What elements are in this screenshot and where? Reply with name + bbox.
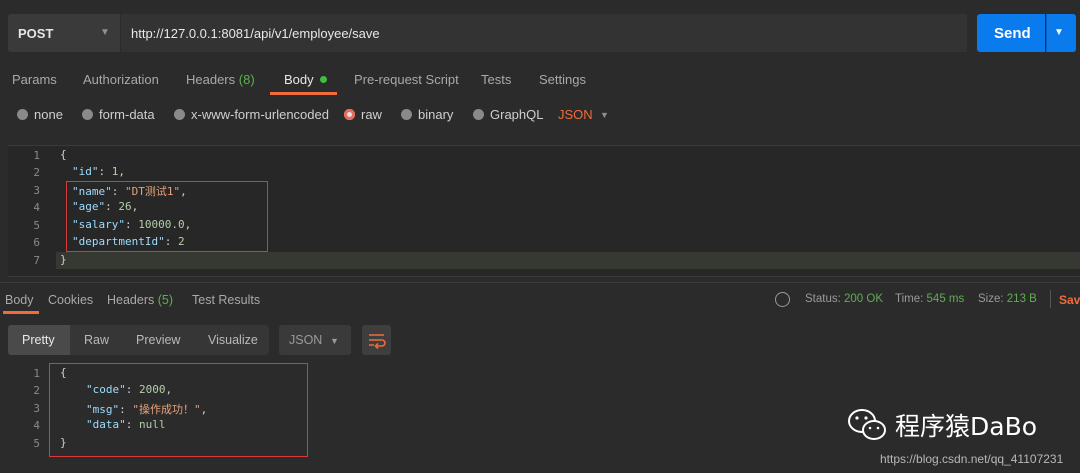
- line-number: 2: [33, 384, 40, 397]
- chevron-down-icon: ▼: [100, 27, 110, 38]
- url-value: http://127.0.0.1:8081/api/v1/employee/sa…: [131, 26, 380, 41]
- code-line: {: [60, 148, 67, 166]
- line-number: 1: [33, 367, 40, 380]
- tab-settings[interactable]: Settings: [539, 72, 586, 87]
- view-visualize-button[interactable]: Visualize: [208, 333, 258, 347]
- json-key: "id": [72, 165, 99, 178]
- globe-icon[interactable]: [775, 292, 790, 307]
- line-number: 7: [33, 254, 40, 267]
- radio-label: x-www-form-urlencoded: [191, 107, 329, 122]
- tab-prerequest-script[interactable]: Pre-request Script: [354, 72, 459, 87]
- current-line-highlight: [56, 252, 1080, 269]
- radio-label: form-data: [99, 107, 155, 122]
- tab-body-label: Body: [284, 72, 314, 87]
- status-label: Status:: [805, 293, 841, 305]
- chevron-down-icon: ▼: [330, 336, 339, 346]
- wrap-lines-icon: [369, 334, 386, 350]
- radio-raw[interactable]: raw: [344, 107, 382, 122]
- line-number: 3: [33, 184, 40, 197]
- send-label: Send: [994, 25, 1031, 42]
- line-number: 5: [33, 219, 40, 232]
- wechat-logo-icon: [848, 409, 886, 440]
- line-number: 1: [33, 149, 40, 162]
- line-number: 5: [33, 437, 40, 450]
- status: Status: 200 OK: [805, 293, 883, 305]
- time-label: Time:: [895, 293, 924, 305]
- radio-icon: [17, 109, 28, 120]
- watermark-brand: 程序猿DaBo: [895, 412, 1038, 441]
- response-format-label: JSON: [289, 333, 323, 347]
- json-value: 1: [111, 165, 119, 178]
- radio-none[interactable]: none: [17, 107, 63, 122]
- save-response-button[interactable]: Save: [1059, 293, 1080, 307]
- radio-graphql[interactable]: GraphQL: [473, 107, 543, 122]
- view-preview-button[interactable]: Preview: [136, 333, 180, 347]
- line-number: 4: [33, 201, 40, 214]
- divider: [1050, 290, 1051, 308]
- radio-label: GraphQL: [490, 107, 544, 122]
- time-value: 545 ms: [926, 293, 965, 305]
- size: Size: 213 B: [978, 293, 1037, 305]
- size-label: Size:: [978, 293, 1004, 305]
- radio-label: raw: [361, 107, 382, 122]
- tab-tests[interactable]: Tests: [481, 72, 511, 87]
- chevron-down-icon: ▼: [1054, 27, 1064, 38]
- line-number: 2: [33, 166, 40, 179]
- radio-urlencoded[interactable]: x-www-form-urlencoded: [174, 107, 329, 122]
- brace: }: [60, 253, 67, 266]
- time: Time: 545 ms: [895, 293, 964, 305]
- highlight-box: [49, 363, 308, 457]
- raw-format-select[interactable]: JSON: [558, 107, 593, 122]
- radio-binary[interactable]: binary: [401, 107, 453, 122]
- section-divider: [0, 282, 1080, 283]
- radio-form-data[interactable]: form-data: [82, 107, 155, 122]
- view-raw-button[interactable]: Raw: [84, 333, 109, 347]
- active-tab-underline: [3, 311, 39, 314]
- radio-icon: [401, 109, 412, 120]
- response-tab-body[interactable]: Body: [5, 293, 34, 307]
- tab-headers[interactable]: Headers (8): [186, 72, 255, 87]
- tab-headers-label: Headers: [186, 72, 236, 87]
- size-value: 213 B: [1006, 293, 1037, 305]
- radio-icon: [174, 109, 185, 120]
- body-set-indicator: [319, 76, 327, 83]
- tab-body[interactable]: Body: [284, 72, 327, 87]
- watermark-url: https://blog.csdn.net/qq_41107231: [880, 452, 1064, 466]
- active-tab-underline: [270, 92, 337, 95]
- code-line: }: [60, 253, 67, 271]
- radio-label: binary: [418, 107, 454, 122]
- radio-label: none: [34, 107, 63, 122]
- line-number: 3: [33, 402, 40, 415]
- radio-icon: [82, 109, 93, 120]
- line-number: 4: [33, 419, 40, 432]
- code-line: "id": 1,: [72, 165, 125, 178]
- view-pretty-button[interactable]: Pretty: [22, 333, 55, 347]
- response-tab-headers-label: Headers: [107, 293, 155, 307]
- radio-icon: [473, 109, 484, 120]
- response-tab-cookies[interactable]: Cookies: [48, 293, 93, 307]
- response-tab-headers[interactable]: Headers (5): [107, 293, 173, 307]
- status-value: 200 OK: [844, 293, 884, 305]
- line-number: 6: [33, 236, 40, 249]
- method-label: POST: [18, 26, 54, 41]
- wrap-lines-button[interactable]: [362, 325, 391, 355]
- headers-count: (5): [157, 293, 174, 307]
- tab-authorization[interactable]: Authorization: [83, 72, 159, 87]
- brace: {: [60, 148, 67, 161]
- tab-params[interactable]: Params: [12, 72, 57, 87]
- radio-selected-icon: [344, 109, 355, 120]
- headers-count: (8): [238, 72, 255, 87]
- response-tab-test-results[interactable]: Test Results: [192, 293, 260, 307]
- highlight-box: [66, 181, 268, 252]
- chevron-down-icon: ▼: [600, 110, 609, 120]
